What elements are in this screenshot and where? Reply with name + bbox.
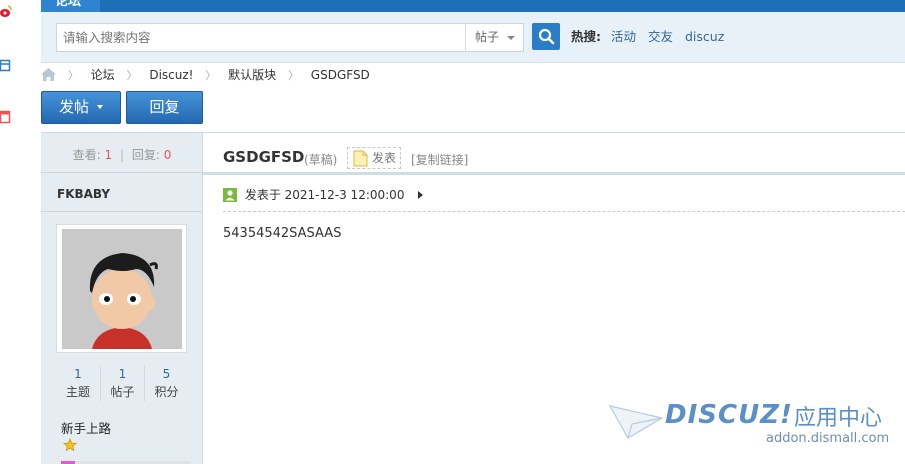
top-navbar: 论坛 — [41, 0, 905, 12]
author-sidebar: 查看: 1 | 回复: 0 FKBABY 1 主题 1 帖子 5 积分 新手上路 — [41, 132, 203, 464]
publish-button[interactable]: 发表 — [347, 147, 402, 169]
watermark-url: addon.dismall.com — [766, 431, 890, 446]
views-label: 查看: — [72, 148, 101, 162]
calendar-icon[interactable] — [0, 110, 12, 124]
views-count: 1 — [104, 148, 113, 162]
user-rank[interactable]: 新手上路 — [61, 418, 111, 437]
hot-search-label: 热搜: — [571, 29, 601, 44]
nav-tab-forum[interactable]: 论坛 — [41, 0, 100, 12]
thread-stats: 查看: 1 | 回复: 0 — [41, 133, 203, 173]
stat-points[interactable]: 5 积分 — [144, 365, 188, 401]
reply-label: 回复 — [149, 98, 180, 116]
breadcrumb-forum[interactable]: 论坛 — [91, 68, 115, 82]
breadcrumb-separator: 〉 — [205, 69, 217, 82]
stat-points-label: 积分 — [154, 385, 179, 399]
stat-posts[interactable]: 1 帖子 — [100, 365, 144, 401]
caret-right-icon[interactable] — [418, 191, 424, 199]
search-type-value: 帖子 — [475, 30, 500, 44]
avatar-image — [62, 229, 182, 349]
divider — [223, 211, 905, 212]
divider — [41, 211, 203, 212]
hot-link-dating[interactable]: 交友 — [648, 29, 673, 44]
stats-divider: | — [119, 148, 125, 162]
replies-label: 回复: — [131, 148, 160, 162]
post-content: 54354542SASAAS — [223, 226, 342, 241]
hot-link-activity[interactable]: 活动 — [611, 29, 636, 44]
search-box: 帖子 — [56, 23, 524, 52]
stat-points-value: 5 — [162, 367, 171, 381]
publish-label: 发表 — [372, 151, 397, 165]
hot-search: 热搜: 活动 交友 discuz — [571, 29, 732, 45]
left-edge-strip — [0, 0, 12, 464]
hot-link-discuz[interactable]: discuz — [685, 29, 724, 44]
stat-threads-value: 1 — [74, 367, 82, 381]
window-icon[interactable] — [0, 59, 12, 73]
breadcrumb-board[interactable]: 默认版块 — [228, 68, 276, 82]
search-icon — [538, 28, 555, 45]
copy-link-button[interactable]: [复制链接] — [411, 151, 468, 168]
reply-button[interactable]: 回复 — [126, 91, 203, 124]
new-post-label: 发帖 — [58, 98, 89, 116]
breadcrumb-discuz[interactable]: Discuz! — [149, 68, 193, 82]
search-input[interactable] — [63, 24, 463, 51]
breadcrumb-thread[interactable]: GSDGFSD — [311, 68, 370, 82]
breadcrumb-separator: 〉 — [287, 69, 299, 82]
dropdown-caret-icon — [97, 105, 103, 109]
watermark-center: 应用中心 — [794, 406, 883, 431]
post-header: GSDGFSD (草稿) 发表 [复制链接] — [203, 132, 905, 174]
stat-posts-label: 帖子 — [110, 385, 135, 399]
star-icon — [63, 438, 77, 452]
search-button[interactable] — [532, 23, 560, 50]
stat-posts-value: 1 — [118, 367, 127, 381]
chevron-down-icon — [507, 36, 515, 40]
paper-plane-icon — [608, 405, 664, 439]
thread-title: GSDGFSD — [223, 148, 305, 166]
document-icon — [353, 150, 368, 167]
search-type-select[interactable]: 帖子 — [465, 24, 524, 51]
watermark: DISCUZ! 应用中心 addon.dismall.com — [608, 398, 898, 450]
author-name[interactable]: FKBABY — [57, 187, 110, 201]
home-icon[interactable] — [41, 68, 56, 81]
stat-threads-label: 主题 — [65, 385, 90, 399]
stat-threads[interactable]: 1 主题 — [56, 365, 100, 401]
watermark-brand: DISCUZ! — [665, 400, 793, 430]
draft-tag: (草稿) — [304, 153, 338, 167]
search-bar: 帖子 热搜: 活动 交友 discuz — [41, 12, 905, 63]
weibo-icon[interactable] — [0, 4, 12, 18]
breadcrumb-separator: 〉 — [126, 69, 138, 82]
replies-count: 0 — [163, 148, 172, 162]
breadcrumb: 〉 论坛 〉 Discuz! 〉 默认版块 〉 GSDGFSD — [41, 66, 370, 84]
new-post-button[interactable]: 发帖 — [41, 91, 121, 124]
online-user-icon — [223, 188, 237, 202]
author-stats: 1 主题 1 帖子 5 积分 — [56, 365, 188, 403]
post-meta: 发表于 2021-12-3 12:00:00 — [223, 187, 424, 203]
avatar[interactable] — [56, 224, 187, 353]
divider — [203, 172, 905, 175]
breadcrumb-separator: 〉 — [67, 69, 79, 82]
post-time: 发表于 2021-12-3 12:00:00 — [244, 188, 405, 202]
